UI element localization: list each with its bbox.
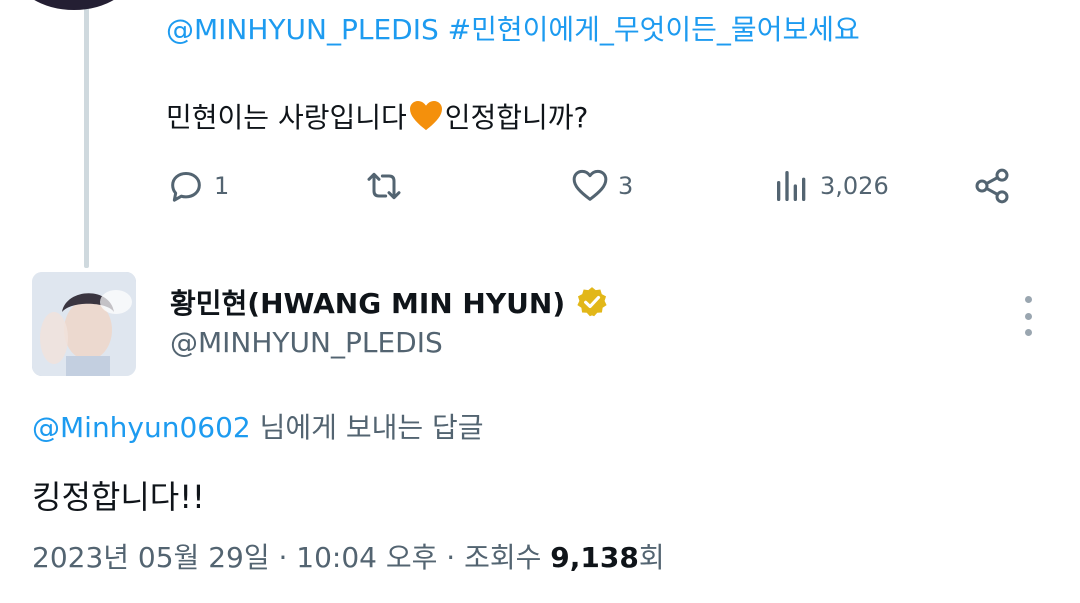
- tweet-metadata: 2023년 05월 29일 · 10:04 오후 · 조회수 9,138회: [32, 536, 665, 576]
- share-action[interactable]: [972, 166, 1012, 206]
- author-avatar[interactable]: [32, 272, 136, 376]
- author-handle[interactable]: @MINHYUN_PLEDIS: [170, 326, 443, 359]
- avatar-photo: [32, 272, 136, 376]
- share-icon: [975, 168, 1009, 204]
- views-count: 3,026: [820, 172, 889, 200]
- orange-heart-icon: [409, 100, 442, 131]
- reply-icon: [171, 172, 201, 202]
- retweet-icon: [367, 172, 401, 200]
- previous-author-avatar[interactable]: [14, 0, 134, 10]
- previous-tweet-action-bar: 1 3 3,026: [0, 166, 1080, 214]
- more-dot: [1024, 312, 1032, 320]
- retweet-action[interactable]: [364, 166, 404, 206]
- like-action[interactable]: 3: [570, 166, 633, 206]
- previous-tweet-mentions[interactable]: @MINHYUN_PLEDIS #민현이에게_무엇이든_물어보세요: [166, 8, 860, 48]
- tweet-timestamp[interactable]: 2023년 05월 29일 · 10:04 오후 · 조회수: [32, 541, 550, 574]
- verified-badge-icon[interactable]: [575, 285, 609, 319]
- author-display-name[interactable]: 황민현(HWANG MIN HYUN): [170, 282, 609, 322]
- replying-to-mention[interactable]: @Minhyun0602: [32, 411, 251, 444]
- reply-tweet-text: 킹정합니다!!: [32, 478, 205, 516]
- tweet-view-count: 9,138: [550, 541, 639, 574]
- like-count: 3: [618, 172, 634, 200]
- previous-tweet-text-end: 인정합니까?: [444, 101, 589, 134]
- more-dot: [1024, 329, 1032, 336]
- views-action[interactable]: 3,026: [772, 166, 889, 206]
- reply-count: 1: [214, 172, 230, 200]
- previous-tweet-text-start: 민현이는 사랑입니다: [166, 101, 407, 134]
- reply-action[interactable]: 1: [166, 166, 229, 206]
- replying-to-line: @Minhyun0602 님에게 보내는 답글: [32, 406, 484, 446]
- tweet-view-suffix: 회: [638, 541, 665, 574]
- author-name-text: 황민현(HWANG MIN HYUN): [170, 287, 566, 320]
- more-options-icon[interactable]: [1014, 296, 1042, 336]
- replying-to-suffix: 님에게 보내는 답글: [250, 411, 484, 444]
- heart-outline-icon: [572, 169, 608, 201]
- previous-tweet-text: 민현이는 사랑입니다 인정합니까?: [166, 96, 588, 136]
- more-dot: [1024, 296, 1032, 303]
- thread-connector-line: [84, 0, 89, 268]
- views-bar-chart-icon: [777, 171, 806, 201]
